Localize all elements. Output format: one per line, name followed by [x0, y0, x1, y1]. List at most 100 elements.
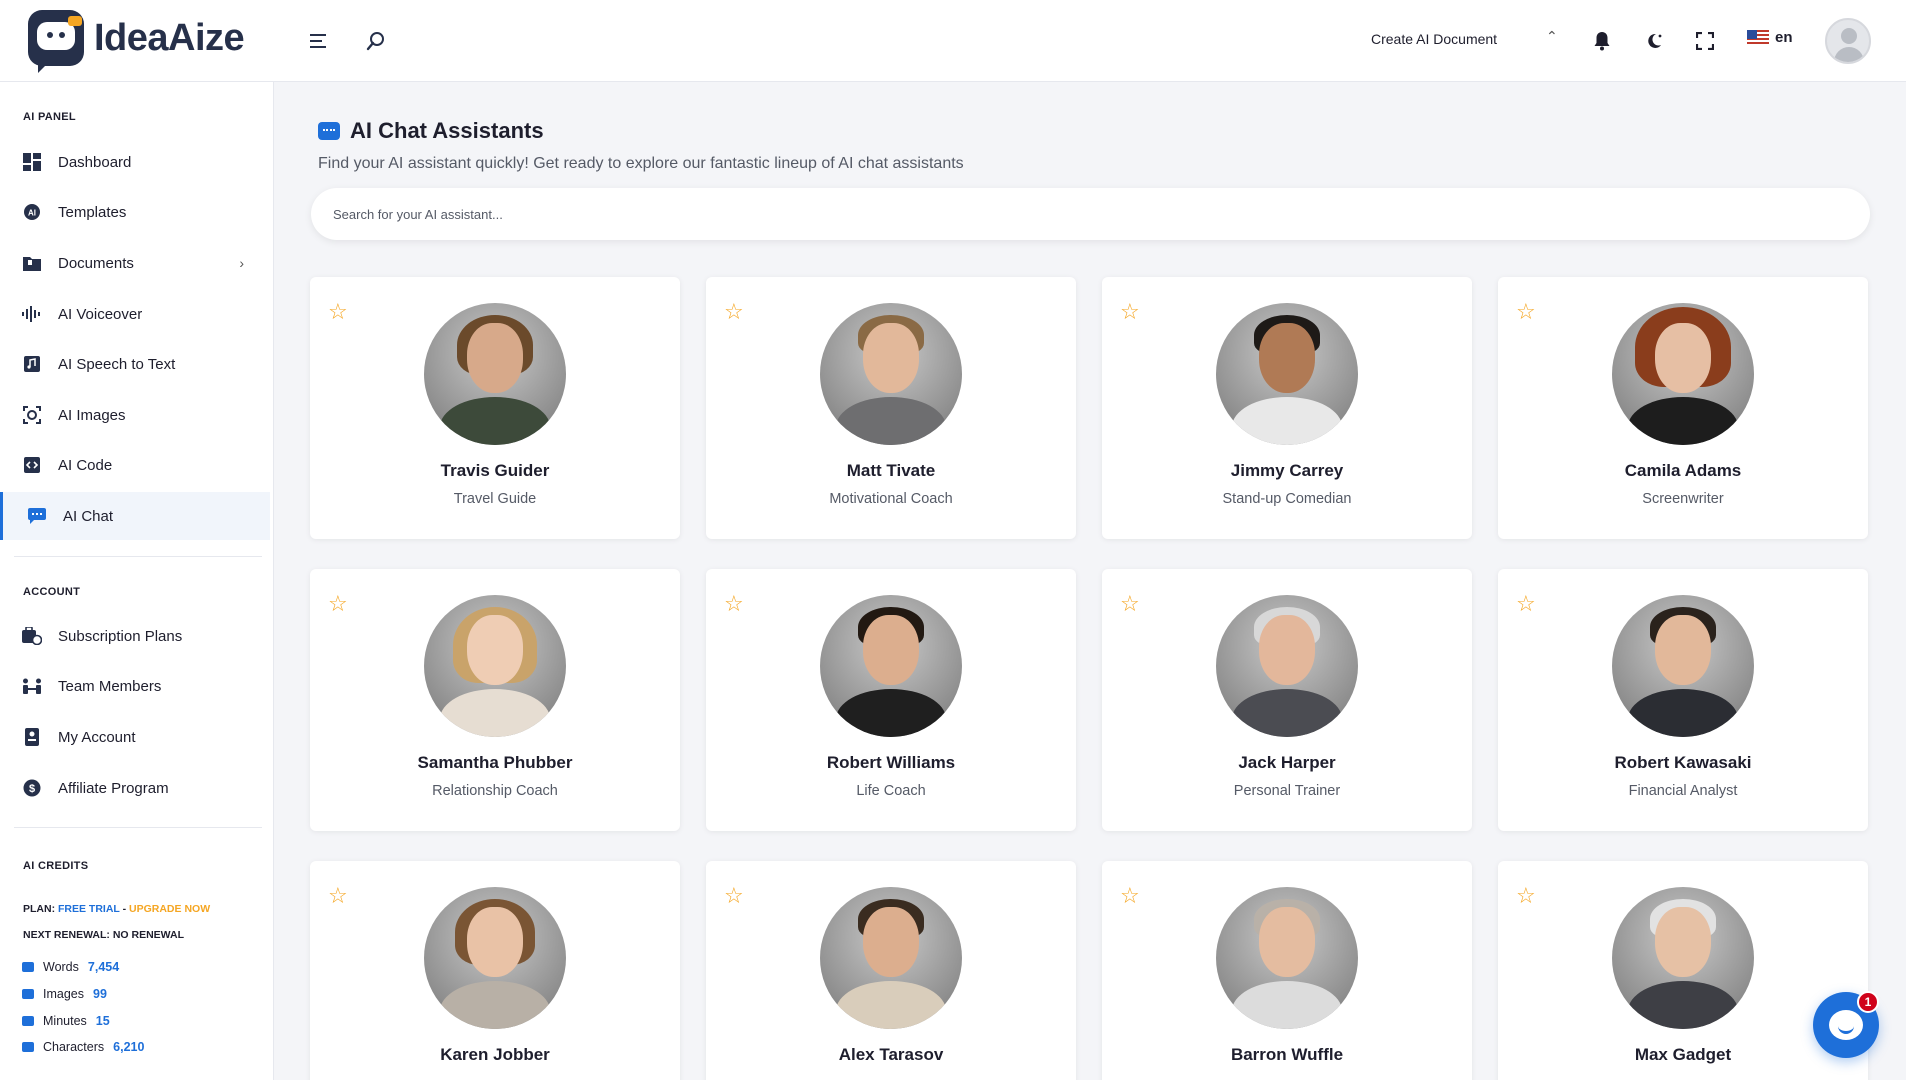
assistant-name: Jimmy Carrey	[1230, 461, 1344, 480]
credit-minutes: Minutes 15	[22, 1014, 110, 1028]
account-title: ACCOUNT	[23, 586, 81, 598]
assistant-avatar	[1216, 595, 1358, 737]
assistant-card[interactable]: ☆ Alex Tarasov	[706, 861, 1076, 1080]
renewal-info: NEXT RENEWAL: NO RENEWAL	[23, 929, 185, 941]
page-subtitle: Find your AI assistant quickly! Get read…	[318, 155, 964, 172]
star-icon[interactable]: ☆	[1120, 885, 1140, 907]
language-selector[interactable]: en	[1747, 29, 1793, 46]
assistant-name: Barron Wuffle	[1230, 1045, 1344, 1064]
sidebar-item-label: Documents	[58, 254, 134, 272]
credit-label: Images	[43, 987, 84, 1001]
star-icon[interactable]: ☆	[328, 301, 348, 323]
search-icon[interactable]	[361, 26, 391, 56]
top-header: IdeaAize Create AI Document ⌃ en	[0, 0, 1906, 82]
star-icon[interactable]: ☆	[1120, 593, 1140, 615]
create-ai-document-button[interactable]: Create AI Document	[1371, 31, 1497, 47]
star-icon[interactable]: ☆	[724, 301, 744, 323]
ai-credits-title: AI CREDITS	[23, 860, 89, 872]
assistant-card[interactable]: ☆ Robert Kawasaki Financial Analyst	[1498, 569, 1868, 831]
sidebar-item-team-members[interactable]: Team Members	[0, 662, 270, 710]
credit-words: Words 7,454	[22, 960, 119, 974]
templates-icon: AI	[22, 202, 42, 222]
sidebar-item-ai-voiceover[interactable]: AI Voiceover	[0, 290, 270, 338]
account-icon	[22, 727, 42, 747]
svg-text:AI: AI	[28, 209, 36, 218]
language-code: en	[1775, 29, 1793, 46]
sidebar-item-affiliate-program[interactable]: $ Affiliate Program	[0, 764, 270, 812]
assistant-avatar	[424, 303, 566, 445]
assistant-name: Samantha Phubber	[417, 753, 573, 772]
assistant-name: Robert Williams	[826, 753, 956, 772]
assistant-name: Max Gadget	[1634, 1045, 1732, 1064]
plan-info: PLAN: FREE TRIAL - UPGRADE NOW	[23, 903, 210, 915]
sidebar-item-my-account[interactable]: My Account	[0, 713, 270, 761]
assistant-card[interactable]: ☆ Jack Harper Personal Trainer	[1102, 569, 1472, 831]
star-icon[interactable]: ☆	[328, 593, 348, 615]
assistant-card[interactable]: ☆ Max Gadget	[1498, 861, 1868, 1080]
assistant-search-input[interactable]	[311, 188, 1870, 240]
sidebar-item-ai-speech-to-text[interactable]: AI Speech to Text	[0, 340, 270, 388]
assistant-role: Travel Guide	[453, 491, 537, 507]
chevron-up-icon[interactable]: ⌃	[1546, 28, 1558, 45]
assistant-name: Jack Harper	[1238, 753, 1336, 772]
chevron-right-icon: ›	[239, 255, 244, 271]
assistant-card[interactable]: ☆ Samantha Phubber Relationship Coach	[310, 569, 680, 831]
user-avatar[interactable]	[1825, 18, 1871, 64]
assistant-card[interactable]: ☆ Barron Wuffle	[1102, 861, 1472, 1080]
credit-label: Minutes	[43, 1014, 87, 1028]
assistant-card[interactable]: ☆ Camila Adams Screenwriter	[1498, 277, 1868, 539]
sidebar-item-documents[interactable]: Documents ›	[0, 239, 270, 287]
bell-icon[interactable]	[1587, 26, 1617, 56]
assistant-card[interactable]: ☆ Karen Jobber	[310, 861, 680, 1080]
sidebar-item-label: AI Chat	[63, 507, 114, 525]
assistant-role: Life Coach	[856, 783, 926, 799]
star-icon[interactable]: ☆	[328, 885, 348, 907]
chat-icon	[318, 122, 340, 140]
star-icon[interactable]: ☆	[1516, 593, 1536, 615]
star-icon[interactable]: ☆	[724, 885, 744, 907]
logo-icon	[28, 10, 84, 73]
assistant-avatar	[1216, 303, 1358, 445]
assistant-role: Financial Analyst	[1628, 783, 1738, 799]
plan-prefix: PLAN:	[23, 903, 56, 915]
assistant-card[interactable]: ☆ Robert Williams Life Coach	[706, 569, 1076, 831]
sidebar-item-subscription-plans[interactable]: Subscription Plans	[0, 612, 270, 660]
assistant-avatar	[820, 595, 962, 737]
assistant-role: Stand-up Comedian	[1222, 491, 1352, 507]
sidebar-item-ai-images[interactable]: AI Images	[0, 391, 270, 439]
speech-icon	[22, 354, 42, 374]
upgrade-now-link[interactable]: UPGRADE NOW	[129, 903, 210, 915]
dark-mode-icon[interactable]	[1639, 26, 1669, 56]
svg-text:$: $	[29, 783, 35, 795]
chat-bubble-icon	[22, 962, 34, 972]
sidebar-item-ai-code[interactable]: AI Code	[0, 441, 270, 489]
star-icon[interactable]: ☆	[1120, 301, 1140, 323]
sidebar-item-ai-chat[interactable]: AI Chat	[0, 492, 270, 540]
sidebar-item-label: AI Images	[58, 406, 126, 424]
plan-name: FREE TRIAL	[58, 903, 120, 915]
page-title: AI Chat Assistants	[318, 118, 544, 144]
assistant-avatar	[820, 887, 962, 1029]
star-icon[interactable]: ☆	[1516, 301, 1536, 323]
assistant-card[interactable]: ☆ Jimmy Carrey Stand-up Comedian	[1102, 277, 1472, 539]
subscription-icon	[22, 626, 42, 646]
sidebar-item-templates[interactable]: AI Templates	[0, 188, 270, 236]
sidebar-item-dashboard[interactable]: Dashboard	[0, 138, 270, 186]
chat-icon	[27, 506, 47, 526]
star-icon[interactable]: ☆	[1516, 885, 1536, 907]
assistant-role: Relationship Coach	[432, 783, 558, 799]
star-icon[interactable]: ☆	[724, 593, 744, 615]
menu-toggle-icon[interactable]	[304, 26, 334, 56]
fullscreen-icon[interactable]	[1690, 26, 1720, 56]
assistant-name: Travis Guider	[440, 461, 550, 480]
code-icon	[22, 455, 42, 475]
assistant-avatar	[1612, 887, 1754, 1029]
assistant-card[interactable]: ☆ Travis Guider Travel Guide	[310, 277, 680, 539]
assistant-card[interactable]: ☆ Matt Tivate Motivational Coach	[706, 277, 1076, 539]
chat-bubble-icon	[22, 989, 34, 999]
credit-value: 7,454	[87, 960, 120, 974]
sidebar-item-label: My Account	[58, 728, 136, 746]
app-name: IdeaAize	[94, 16, 245, 59]
app-logo[interactable]: IdeaAize	[28, 10, 245, 73]
credit-characters: Characters 6,210	[22, 1040, 144, 1054]
